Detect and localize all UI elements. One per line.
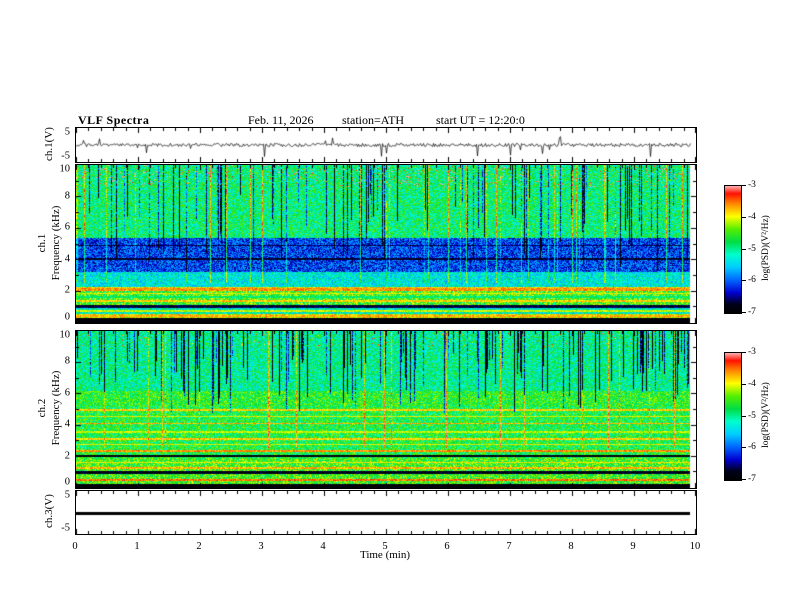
- ch2-frequency-axis-label: Frequency (kHz): [50, 370, 62, 446]
- ch2-spec-y-tick-label: 6: [64, 387, 70, 399]
- colorbar-ch1-tick-label: -7: [748, 307, 756, 317]
- vlf-spectra-figure: VLF Spectra Feb. 11, 2026 station=ATH st…: [0, 0, 792, 612]
- colorbar-ch1-tick: [742, 217, 746, 218]
- ch2-spec-y-tick-label: 10: [59, 329, 71, 341]
- ch1-spec-y-tick-label: 6: [64, 221, 70, 233]
- ch1-spectrogram-panel: [75, 164, 697, 324]
- x-tick-label: 6: [444, 541, 450, 552]
- colorbar-ch1-tick: [742, 280, 746, 281]
- colorbar-ch2-tick-label: -6: [748, 442, 756, 453]
- plot-date: Feb. 11, 2026: [248, 113, 314, 127]
- x-tick-label: 1: [134, 541, 140, 552]
- colorbar-ch1: [724, 185, 742, 314]
- ch2-spectrogram-panel: [75, 330, 697, 489]
- ch3-waveform-canvas: [76, 491, 696, 534]
- x-tick-label: 3: [258, 541, 264, 552]
- ch1-spec-y-tick-label: 0: [64, 311, 70, 323]
- colorbar-ch2-tick: [742, 479, 746, 480]
- station-label: station=ATH: [342, 113, 405, 127]
- colorbar-ch1-tick-label: -6: [748, 275, 756, 286]
- x-tick-label: 0: [72, 541, 78, 552]
- ch3-wave-y-tick-label: 5: [64, 489, 70, 501]
- colorbar-ch1-tick: [742, 185, 746, 186]
- colorbar-ch2-tick: [742, 384, 746, 385]
- ch1-waveform-canvas: [76, 128, 696, 162]
- colorbar-ch2-tick-label: -4: [748, 378, 756, 389]
- colorbar1-axis-label: log(PSD)(V²/Hz): [761, 215, 771, 281]
- colorbar2-axis-label: log(PSD)(V²/Hz): [761, 382, 771, 448]
- ch1-spec-y-tick-label: 8: [64, 190, 70, 202]
- colorbar-ch1-tick: [742, 312, 746, 313]
- ch2-channel-axis-label: ch.2: [36, 398, 48, 418]
- ch1-spec-y-tick-label: 4: [64, 253, 70, 265]
- colorbar-ch2-tick: [742, 352, 746, 353]
- colorbar-ch2-tick-label: -7: [748, 474, 756, 484]
- ch1-wave-y-tick-label: 5: [64, 126, 70, 138]
- ch2-spectrogram-canvas: [76, 331, 696, 488]
- colorbar-ch1-tick-label: -5: [748, 243, 756, 254]
- ch3-voltage-axis-label: ch.3(V): [43, 494, 55, 528]
- ch1-spec-y-tick-label: 10: [59, 163, 71, 175]
- plot-title: VLF Spectra: [78, 113, 150, 127]
- x-tick-label: 7: [506, 541, 512, 552]
- ch1-waveform-panel: [75, 127, 697, 163]
- colorbar-ch2-tick: [742, 447, 746, 448]
- colorbar-ch2-tick: [742, 416, 746, 417]
- x-tick-label: 9: [630, 541, 636, 552]
- ch2-spec-y-tick-label: 8: [64, 355, 70, 367]
- ch3-waveform-panel: [75, 490, 697, 535]
- ch1-voltage-axis-label: ch.1(V): [43, 127, 55, 161]
- colorbar-ch1-tick-label: -4: [748, 211, 756, 222]
- ch1-frequency-axis-label: Frequency (kHz): [50, 205, 62, 281]
- x-tick-label: 4: [320, 541, 326, 552]
- ch2-spec-y-tick-label: 2: [64, 450, 70, 462]
- ch1-wave-y-tick-label: -5: [61, 150, 70, 162]
- ch3-wave-y-tick-label: -5: [61, 522, 70, 534]
- x-tick-label: 5: [382, 541, 388, 552]
- ch1-channel-axis-label: ch.1: [36, 233, 48, 253]
- colorbar-ch2: [724, 352, 742, 481]
- colorbar-ch2-tick-label: -3: [748, 347, 756, 357]
- x-tick-label: 8: [568, 541, 574, 552]
- colorbar-ch1-tick: [742, 249, 746, 250]
- x-tick-label: 2: [196, 541, 202, 552]
- ch2-spec-y-tick-label: 4: [64, 418, 70, 430]
- ch1-spectrogram-canvas: [76, 165, 696, 323]
- start-ut-label: start UT = 12:20:0: [436, 113, 525, 127]
- colorbar-ch1-tick-label: -3: [748, 180, 756, 190]
- x-tick-label: 10: [689, 541, 701, 552]
- colorbar-ch2-tick-label: -5: [748, 410, 756, 421]
- ch2-spec-y-tick-label: 0: [64, 476, 70, 488]
- ch1-spec-y-tick-label: 2: [64, 284, 70, 296]
